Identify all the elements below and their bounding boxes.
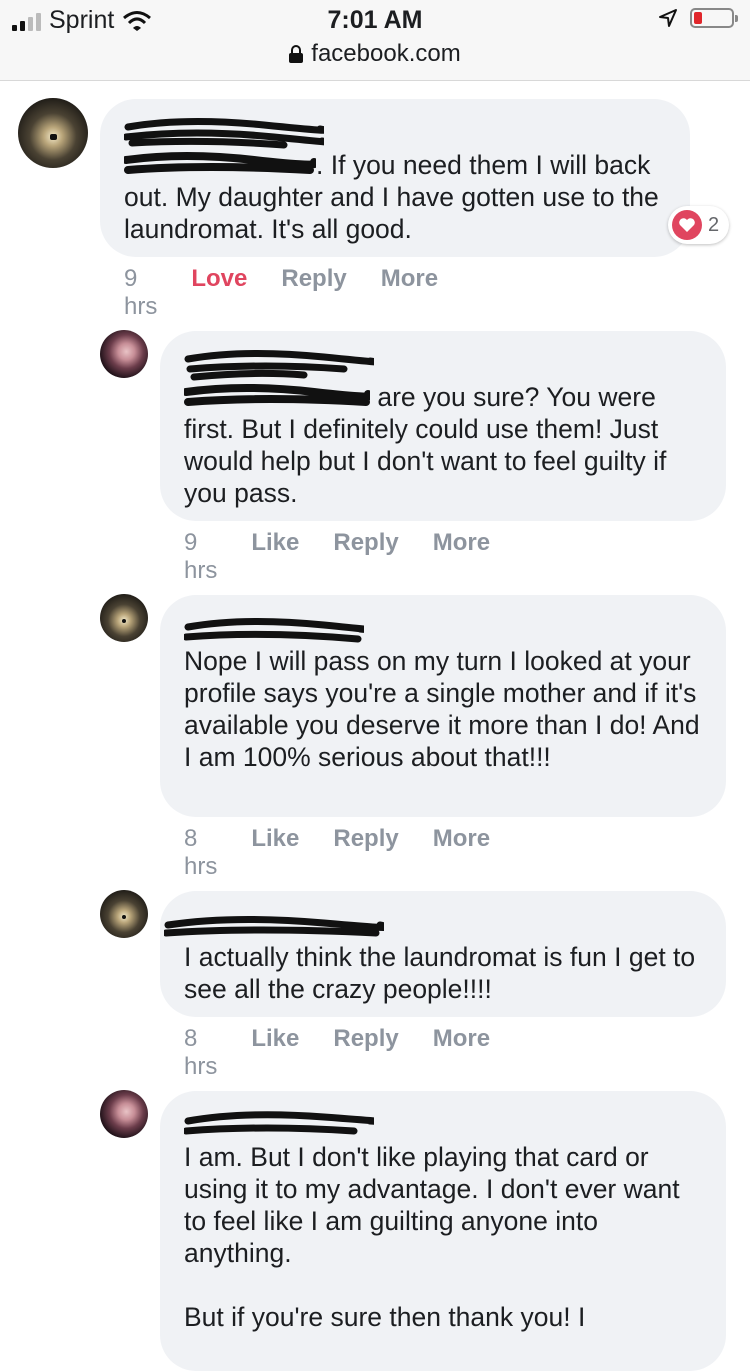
redacted-author-name[interactable] xyxy=(184,609,702,645)
timestamp[interactable]: 9 hrs xyxy=(124,265,157,321)
lock-icon xyxy=(289,45,304,63)
like-button[interactable]: Like xyxy=(251,1025,299,1081)
more-button[interactable]: More xyxy=(433,1025,490,1081)
reply-button[interactable]: Reply xyxy=(333,529,398,585)
comment-text: Nope I will pass on my turn I looked at … xyxy=(184,646,707,772)
redaction-scribble xyxy=(124,117,324,149)
redaction-scribble xyxy=(184,1111,374,1135)
comment-bubble[interactable]: are you sure? You were first. But I defi… xyxy=(160,331,726,521)
redaction-scribble xyxy=(164,915,384,937)
comment-text: are you sure? You were first. But I defi… xyxy=(182,381,674,508)
comment-text: I actually think the laundromat is fun I… xyxy=(184,942,703,1004)
more-button[interactable]: More xyxy=(433,825,490,881)
url-text: facebook.com xyxy=(311,40,461,67)
more-button[interactable]: More xyxy=(433,529,490,585)
redaction-scribble xyxy=(184,349,374,381)
redacted-author-name[interactable] xyxy=(124,113,666,149)
reaction-count[interactable]: 2 xyxy=(668,206,730,244)
comment-bubble[interactable]: I actually think the laundromat is fun I… xyxy=(160,891,726,1017)
redacted-author-name[interactable] xyxy=(184,1105,702,1141)
comment-text: I am. But I don't like playing that card… xyxy=(184,1142,680,1332)
redaction-scribble xyxy=(184,617,364,643)
avatar[interactable] xyxy=(100,890,148,938)
heart-icon xyxy=(672,210,702,240)
avatar[interactable] xyxy=(100,1090,148,1138)
battery-icon xyxy=(690,8,738,28)
reply-button[interactable]: Reply xyxy=(333,1025,398,1081)
like-button[interactable]: Like xyxy=(251,529,299,585)
comment-actions: 9 hrs Love Reply More xyxy=(124,265,438,321)
comment-bubble[interactable]: Nope I will pass on my turn I looked at … xyxy=(160,595,726,817)
avatar[interactable] xyxy=(100,594,148,642)
comment-bubble[interactable]: I am. But I don't like playing that card… xyxy=(160,1091,726,1371)
timestamp[interactable]: 8 hrs xyxy=(184,825,217,881)
love-button[interactable]: Love xyxy=(191,265,247,321)
comment-bubble[interactable]: . If you need them I will back out. My d… xyxy=(100,99,690,257)
reply-button[interactable]: Reply xyxy=(333,825,398,881)
browser-top-bar: Sprint 7:01 AM facebook.com xyxy=(0,0,750,81)
more-button[interactable]: More xyxy=(381,265,438,321)
comment-actions: 8 hrs Like Reply More xyxy=(184,825,490,881)
like-button[interactable]: Like xyxy=(251,825,299,881)
address-bar[interactable]: facebook.com xyxy=(0,40,750,68)
redaction-scribble xyxy=(122,152,320,174)
redacted-mention[interactable] xyxy=(182,381,375,413)
system-indicators xyxy=(658,8,738,28)
reply-button[interactable]: Reply xyxy=(281,265,346,321)
redacted-author-name[interactable] xyxy=(164,905,702,941)
avatar[interactable] xyxy=(18,98,88,168)
timestamp[interactable]: 9 hrs xyxy=(184,529,217,585)
timestamp[interactable]: 8 hrs xyxy=(184,1025,217,1081)
redacted-mention[interactable] xyxy=(122,149,320,181)
redacted-author-name[interactable] xyxy=(184,345,702,381)
redaction-scribble xyxy=(182,384,375,406)
comment-actions: 8 hrs Like Reply More xyxy=(184,1025,490,1081)
avatar[interactable] xyxy=(100,330,148,378)
comment-actions: 9 hrs Like Reply More xyxy=(184,529,490,585)
clock: 7:01 AM xyxy=(327,6,423,34)
comment-text: . If you need them I will back out. My d… xyxy=(122,149,667,244)
location-arrow-icon xyxy=(659,9,677,27)
